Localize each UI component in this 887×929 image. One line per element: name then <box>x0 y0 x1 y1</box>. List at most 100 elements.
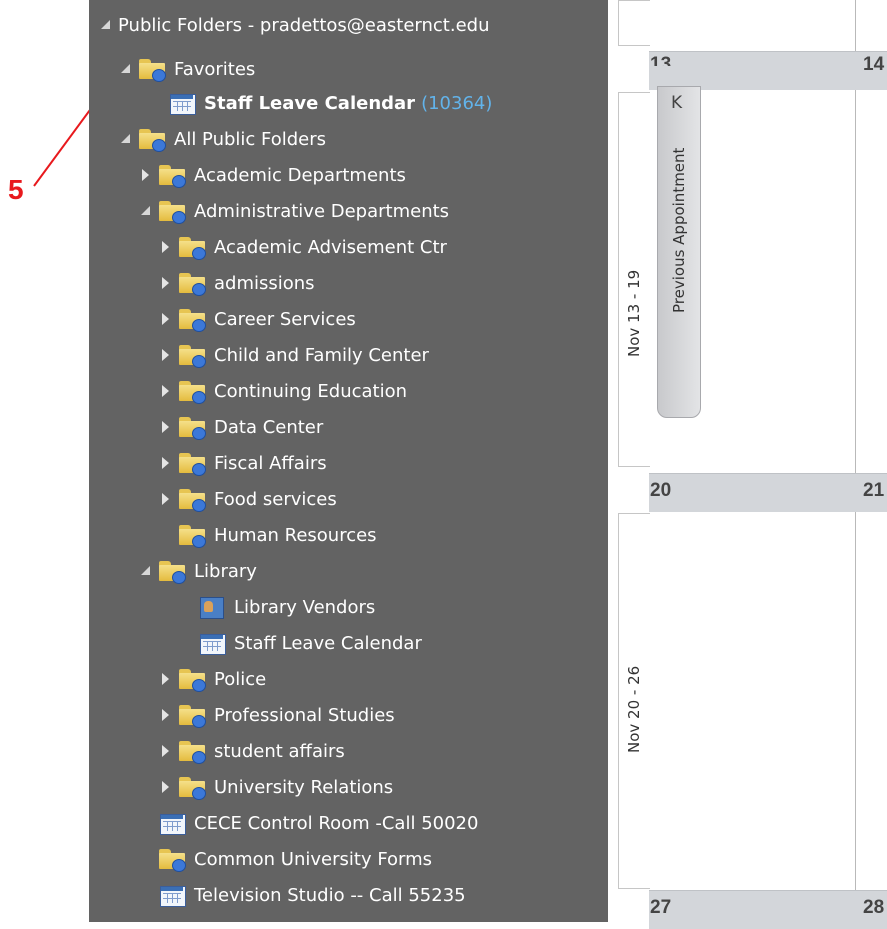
contacts-icon <box>198 595 226 619</box>
folder-item-professional-studies[interactable]: Professional Studies <box>159 700 395 730</box>
folder-label: Food services <box>214 488 337 510</box>
folder-item-data-center[interactable]: Data Center <box>159 412 323 442</box>
folder-label: Human Resources <box>214 524 377 546</box>
day-14-label[interactable]: 14 <box>863 54 884 76</box>
folder-item-library-vendors[interactable]: Library Vendors <box>179 592 375 622</box>
expand-arrow-icon[interactable] <box>159 310 173 328</box>
folder-icon <box>158 559 186 584</box>
folder-icon <box>178 307 206 332</box>
folder-item-continuing-education[interactable]: Continuing Education <box>159 376 407 406</box>
expand-arrow-icon[interactable] <box>159 382 173 400</box>
folder-icon <box>178 487 206 512</box>
folder-label: Library Vendors <box>234 596 376 618</box>
expand-arrow-icon[interactable] <box>159 274 173 292</box>
folder-item-favorites[interactable]: Favorites <box>119 54 255 84</box>
skip-back-icon: K <box>671 93 683 113</box>
folder-icon <box>138 127 166 152</box>
week-2-header <box>649 473 887 512</box>
day-28-label[interactable]: 28 <box>863 897 884 919</box>
folder-item-police[interactable]: Police <box>159 664 266 694</box>
folder-icon <box>178 667 206 692</box>
folder-label: Staff Leave Calendar <box>204 92 416 114</box>
folder-icon <box>178 775 206 800</box>
calendar-view: 13 14 Nov 13 - 19 K Previous Appointment… <box>608 0 887 929</box>
folder-item-human-resources[interactable]: Human Resources <box>159 520 377 550</box>
expand-arrow-icon[interactable] <box>159 742 173 760</box>
week-label-previous <box>618 0 650 46</box>
folder-label: Career Services <box>214 308 356 330</box>
expand-arrow-icon[interactable] <box>159 346 173 364</box>
folder-icon <box>178 343 206 368</box>
calendar-icon <box>158 883 186 907</box>
expand-arrow-icon[interactable] <box>159 490 173 508</box>
folder-label: Professional Studies <box>214 704 395 726</box>
previous-appointment-button[interactable]: K Previous Appointment <box>657 86 701 418</box>
expand-arrow-icon[interactable] <box>159 706 173 724</box>
folder-icon <box>178 379 206 404</box>
folder-item-all-public-folders[interactable]: All Public Folders <box>119 124 326 154</box>
calendar-icon <box>198 631 226 655</box>
folder-label: Academic Departments <box>194 164 406 186</box>
week-1-label: Nov 13 - 19 <box>625 269 643 357</box>
folder-item-fiscal-affairs[interactable]: Fiscal Affairs <box>159 448 327 478</box>
day-27-label[interactable]: 27 <box>650 897 671 919</box>
folder-item-food-services[interactable]: Food services <box>159 484 337 514</box>
folder-label: Common University Forms <box>194 848 433 870</box>
expand-arrow-icon[interactable] <box>159 418 173 436</box>
folder-item-cece-control-room-call-50020[interactable]: CECE Control Room -Call 50020 <box>139 808 478 838</box>
public-folders-header-label: Public Folders - pradettos@easternct.edu <box>118 14 490 36</box>
folder-label: Child and Family Center <box>214 344 429 366</box>
folder-label: All Public Folders <box>174 128 327 150</box>
day-20-label[interactable]: 20 <box>650 480 671 502</box>
public-folders-header[interactable]: Public Folders - pradettos@easternct.edu <box>99 10 490 40</box>
week-2-label-box[interactable]: Nov 20 - 26 <box>618 513 650 889</box>
expand-arrow-icon[interactable] <box>159 670 173 688</box>
folder-item-staff-leave-calendar[interactable]: Staff Leave Calendar (10364) <box>149 88 492 118</box>
day-13-label[interactable]: 13 <box>650 54 671 66</box>
week-1-label-box[interactable]: Nov 13 - 19 <box>618 92 650 467</box>
folder-label: Data Center <box>214 416 324 438</box>
expand-arrow-icon[interactable] <box>159 238 173 256</box>
week-2-label: Nov 20 - 26 <box>625 665 643 753</box>
folder-item-university-relations[interactable]: University Relations <box>159 772 393 802</box>
day-21-label[interactable]: 21 <box>863 480 884 502</box>
folder-label: admissions <box>214 272 315 294</box>
folder-label: Police <box>214 668 267 690</box>
expand-arrow-icon[interactable] <box>159 454 173 472</box>
folder-icon <box>178 451 206 476</box>
collapse-arrow-icon[interactable] <box>119 60 133 78</box>
collapse-arrow-icon[interactable] <box>139 202 153 220</box>
folder-pane: Public Folders - pradettos@easternct.edu… <box>89 0 608 922</box>
folder-item-career-services[interactable]: Career Services <box>159 304 356 334</box>
folder-item-academic-advisement-ctr[interactable]: Academic Advisement Ctr <box>159 232 447 262</box>
unread-count: (10364) <box>421 92 493 114</box>
folder-icon <box>178 739 206 764</box>
folder-item-academic-departments[interactable]: Academic Departments <box>139 160 406 190</box>
folder-icon <box>178 703 206 728</box>
folder-label: Favorites <box>174 58 256 80</box>
folder-item-child-and-family-center[interactable]: Child and Family Center <box>159 340 429 370</box>
day-divider <box>855 0 856 922</box>
expand-arrow-icon[interactable] <box>159 778 173 796</box>
folder-label: Academic Advisement Ctr <box>214 236 447 258</box>
expand-arrow-icon[interactable] <box>139 166 153 184</box>
folder-item-administrative-departments[interactable]: Administrative Departments <box>139 196 449 226</box>
folder-label: Continuing Education <box>214 380 408 402</box>
folder-item-common-university-forms[interactable]: Common University Forms <box>139 844 432 874</box>
folder-item-library[interactable]: Library <box>139 556 257 586</box>
collapse-arrow-icon[interactable] <box>139 562 153 580</box>
collapse-arrow-icon[interactable] <box>119 130 133 148</box>
folder-item-admissions[interactable]: admissions <box>159 268 315 298</box>
annotation-number: 5 <box>8 174 24 205</box>
folder-label: University Relations <box>214 776 394 798</box>
folder-item-student-affairs[interactable]: student affairs <box>159 736 345 766</box>
calendar-icon <box>168 91 196 115</box>
week-3-header <box>649 890 887 929</box>
folder-icon <box>178 523 206 548</box>
folder-item-television-studio-call-55235[interactable]: Television Studio -- Call 55235 <box>139 880 466 910</box>
folder-icon <box>158 163 186 188</box>
folder-label: Fiscal Affairs <box>214 452 327 474</box>
expand-arrow-icon[interactable] <box>99 16 113 34</box>
folder-label: Television Studio -- Call 55235 <box>194 884 466 906</box>
folder-item-staff-leave-calendar[interactable]: Staff Leave Calendar <box>179 628 422 658</box>
